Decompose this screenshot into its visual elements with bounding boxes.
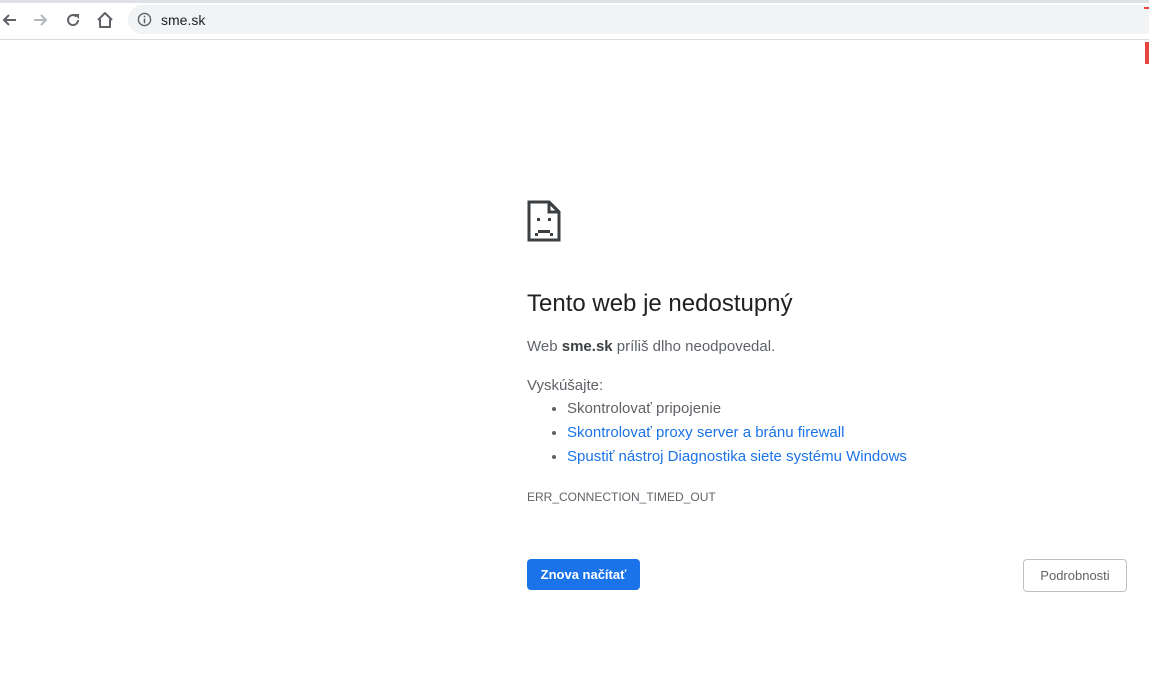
error-message-suffix: príliš dlho neodpovedal.	[612, 338, 776, 355]
suggestions-label: Vyskúšajte:	[527, 377, 604, 394]
suggestion-check-proxy-link[interactable]: Skontrolovať proxy server a bránu firewa…	[567, 424, 907, 448]
suggestions-list: Skontrolovať pripojenie Skontrolovať pro…	[527, 400, 907, 472]
address-url[interactable]: sme.sk	[161, 12, 205, 28]
address-bar[interactable]: sme.sk	[128, 5, 1149, 34]
forward-button[interactable]	[30, 9, 52, 31]
home-icon	[97, 12, 113, 28]
suggestion-link-text[interactable]: Spustiť nástroj Diagnostika siete systém…	[567, 448, 907, 465]
error-message-prefix: Web	[527, 338, 562, 355]
suggestion-run-diagnostics-link[interactable]: Spustiť nástroj Diagnostika siete systém…	[567, 448, 907, 472]
reload-icon	[67, 14, 80, 27]
error-message: Web sme.sk príliš dlho neodpovedal.	[527, 338, 775, 355]
back-button[interactable]	[0, 9, 20, 31]
error-host: sme.sk	[561, 338, 613, 355]
tab-strip-edge	[0, 0, 1149, 3]
back-arrow-icon	[2, 14, 16, 26]
reload-button[interactable]: Znova načítať	[527, 559, 640, 590]
extension-icon-fragment	[1144, 7, 1149, 9]
suggestion-link-text[interactable]: Skontrolovať proxy server a bránu firewa…	[567, 424, 844, 441]
reload-page-button[interactable]	[62, 9, 84, 31]
extension-icon-fragment-lower	[1145, 42, 1149, 64]
details-button[interactable]: Podrobnosti	[1023, 559, 1127, 592]
info-icon[interactable]	[137, 12, 152, 27]
suggestion-check-connection: Skontrolovať pripojenie	[567, 400, 907, 424]
sad-page-icon	[527, 200, 561, 247]
error-code: ERR_CONNECTION_TIMED_OUT	[527, 490, 716, 504]
home-button[interactable]	[94, 9, 116, 31]
error-title: Tento web je nedostupný	[527, 290, 793, 317]
forward-arrow-icon	[34, 14, 48, 26]
browser-toolbar: sme.sk	[0, 0, 1149, 40]
suggestion-text: Skontrolovať pripojenie	[567, 400, 722, 417]
